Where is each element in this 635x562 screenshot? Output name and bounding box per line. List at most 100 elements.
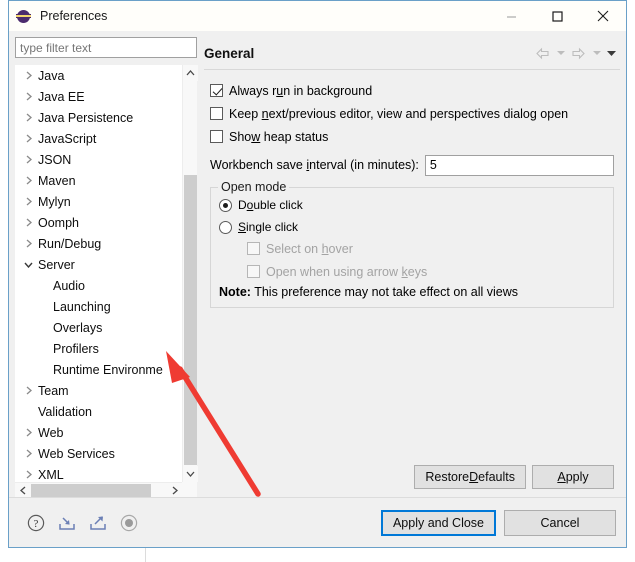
forward-arrow-icon[interactable]: [569, 43, 588, 63]
restore-defaults-button[interactable]: Restore Defaults: [414, 465, 526, 489]
tree-item-label: Web: [38, 425, 64, 440]
close-icon[interactable]: [580, 1, 626, 31]
tree-item-label: Java Persistence: [38, 110, 134, 125]
tree-horizontal-scrollbar[interactable]: [15, 482, 182, 497]
tree-item[interactable]: JSON: [15, 149, 182, 170]
record-icon[interactable]: [118, 512, 140, 534]
maximize-icon[interactable]: [534, 1, 580, 31]
tree-item[interactable]: Mylyn: [15, 191, 182, 212]
checkbox-label: Open when using arrow keys: [266, 264, 428, 279]
tree-item[interactable]: Java Persistence: [15, 107, 182, 128]
left-panel: Java Java EE Java Persistence JavaScript JSO…: [15, 37, 198, 497]
filter-input[interactable]: [15, 37, 197, 58]
chevron-right-icon[interactable]: [21, 155, 36, 164]
chevron-right-icon[interactable]: [21, 428, 36, 437]
chevron-right-icon[interactable]: [21, 92, 36, 101]
chevron-right-icon[interactable]: [21, 113, 36, 122]
radio-single-click[interactable]: Single click: [219, 216, 605, 238]
svg-text:?: ?: [34, 518, 39, 530]
checkbox-box[interactable]: [210, 107, 223, 120]
chevron-right-icon[interactable]: [21, 71, 36, 80]
tree-item[interactable]: XML: [15, 464, 182, 482]
forward-dropdown-icon[interactable]: [590, 43, 603, 63]
workbench-save-interval-label: Workbench save interval (in minutes):: [210, 158, 419, 172]
tree-vertical-scrollbar[interactable]: [182, 65, 198, 482]
back-dropdown-icon[interactable]: [554, 43, 567, 63]
radio-label: Double click: [238, 198, 303, 212]
tree-item[interactable]: Maven: [15, 170, 182, 191]
preference-tree[interactable]: Java Java EE Java Persistence JavaScript JSO…: [15, 65, 182, 482]
scroll-down-icon[interactable]: [183, 466, 198, 482]
checkbox-label: Show heap status: [229, 129, 329, 144]
scroll-left-icon[interactable]: [15, 483, 30, 498]
export-icon[interactable]: [87, 512, 109, 534]
dialog-footer: ? Apply and Close Cancel: [9, 497, 626, 547]
radio-box[interactable]: [219, 220, 232, 234]
footer-icon-group: ?: [25, 512, 140, 534]
chevron-right-icon[interactable]: [21, 449, 36, 458]
chevron-right-icon[interactable]: [21, 197, 36, 206]
tree-item[interactable]: Team: [15, 380, 182, 401]
tree-item[interactable]: Run/Debug: [15, 233, 182, 254]
tree-item-label: Launching: [53, 299, 111, 314]
right-panel: General Always run in background Keep ne…: [204, 37, 620, 497]
workbench-save-interval-row: Workbench save interval (in minutes):: [210, 153, 620, 177]
tree-item[interactable]: Overlays: [15, 317, 182, 338]
tree-item[interactable]: Java EE: [15, 86, 182, 107]
checkbox-label: Select on hover: [266, 241, 353, 256]
tree-item-label: JSON: [38, 152, 72, 167]
back-arrow-icon[interactable]: [533, 43, 552, 63]
tree-item[interactable]: Web: [15, 422, 182, 443]
open-mode-note-prefix: Note:: [219, 285, 251, 299]
view-menu-icon[interactable]: [605, 43, 618, 63]
radio-box[interactable]: [219, 198, 232, 212]
backdrop-seam: [145, 548, 146, 562]
checkbox-box[interactable]: [210, 84, 223, 97]
checkbox-show-heap-status[interactable]: Show heap status: [210, 126, 620, 147]
tree-item[interactable]: Profilers: [15, 338, 182, 359]
tree-item[interactable]: Audio: [15, 275, 182, 296]
tree-item[interactable]: Java: [15, 65, 182, 86]
scrollbar-corner: [182, 482, 197, 497]
tree-item-label: Web Services: [38, 446, 115, 461]
tree-vscroll-thumb[interactable]: [184, 175, 197, 465]
tree-hscroll-thumb[interactable]: [31, 484, 151, 497]
tree-item-label: Server: [38, 257, 75, 272]
tree-item[interactable]: Launching: [15, 296, 182, 317]
help-icon[interactable]: ?: [25, 512, 47, 534]
page-title: General: [204, 45, 255, 61]
chevron-right-icon[interactable]: [21, 470, 36, 479]
workbench-save-interval-input[interactable]: [424, 154, 614, 176]
chevron-right-icon[interactable]: [21, 134, 36, 143]
radio-double-click[interactable]: Double click: [219, 194, 605, 216]
open-mode-note-text: This preference may not take effect on a…: [254, 285, 518, 299]
chevron-right-icon[interactable]: [21, 176, 36, 185]
page-content: Always run in background Keep next/previ…: [204, 70, 620, 465]
tree-item[interactable]: JavaScript: [15, 128, 182, 149]
chevron-right-icon[interactable]: [21, 386, 36, 395]
checkbox-keep-next-previous-editor[interactable]: Keep next/previous editor, view and pers…: [210, 103, 620, 124]
chevron-right-icon[interactable]: [21, 239, 36, 248]
tree-item-label: Java: [38, 68, 65, 83]
dialog-body: Java Java EE Java Persistence JavaScript JSO…: [9, 31, 626, 497]
import-icon[interactable]: [56, 512, 78, 534]
tree-item[interactable]: Runtime Environme: [15, 359, 182, 380]
chevron-right-icon[interactable]: [21, 218, 36, 227]
apply-button[interactable]: Apply: [532, 465, 614, 489]
open-mode-group-title: Open mode: [218, 180, 290, 194]
apply-and-close-button[interactable]: Apply and Close: [380, 509, 496, 536]
tree-item[interactable]: Oomph: [15, 212, 182, 233]
tree-item-label: JavaScript: [38, 131, 97, 146]
tree-item[interactable]: Server: [15, 254, 182, 275]
tree-item[interactable]: Validation: [15, 401, 182, 422]
tree-item-label: Oomph: [38, 215, 79, 230]
scroll-right-icon[interactable]: [167, 483, 182, 498]
checkbox-always-run-in-background[interactable]: Always run in background: [210, 80, 620, 101]
checkbox-box[interactable]: [210, 130, 223, 143]
window-title: Preferences: [40, 9, 108, 23]
minimize-icon[interactable]: [488, 1, 534, 31]
cancel-button[interactable]: Cancel: [504, 509, 616, 536]
tree-item[interactable]: Web Services: [15, 443, 182, 464]
scroll-up-icon[interactable]: [183, 65, 198, 81]
chevron-down-icon[interactable]: [21, 262, 36, 268]
